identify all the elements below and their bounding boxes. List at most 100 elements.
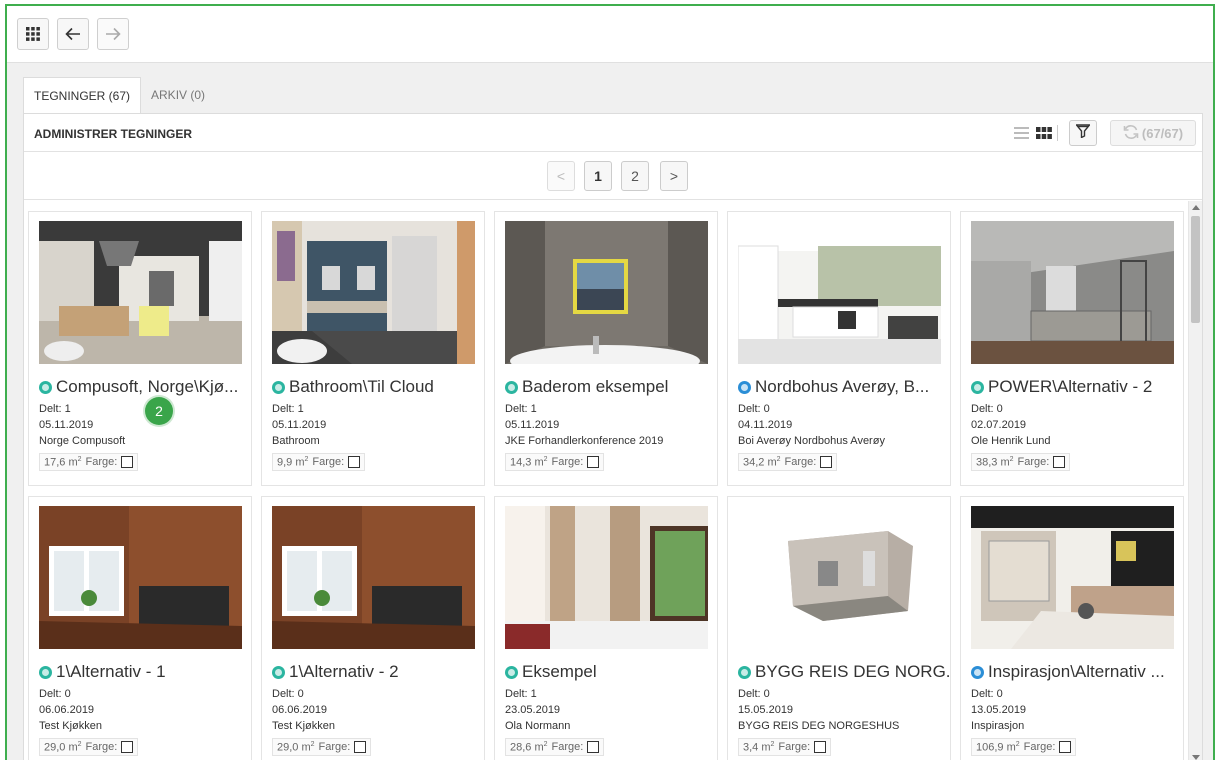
area-value: 14,3 m2 <box>510 455 548 469</box>
drawing-card[interactable]: 1\Alternativ - 2 Delt: 0 06.06.2019 Test… <box>261 496 485 760</box>
color-label: Farge: <box>312 456 345 468</box>
drawing-thumbnail[interactable] <box>272 221 475 364</box>
tab-archive[interactable]: ARKIV (0) <box>141 77 215 113</box>
drawing-title[interactable]: POWER\Alternativ - 2 <box>971 376 1183 398</box>
drawing-card[interactable]: Baderom eksempel Delt: 1 05.11.2019 JKE … <box>494 211 718 486</box>
status-dot-icon <box>971 380 984 394</box>
drawing-owner: Norge Compusoft <box>39 435 126 447</box>
drawing-card[interactable]: Nordbohus Averøy, B... Delt: 0 04.11.201… <box>727 211 951 486</box>
filter-icon <box>1075 123 1091 143</box>
tab-bar: TEGNINGER (67) ARKIV (0) <box>23 77 215 113</box>
status-dot-icon <box>272 665 285 679</box>
next-page-button[interactable]: > <box>660 161 688 191</box>
scroll-down-icon[interactable] <box>1192 755 1200 760</box>
drawing-thumbnail[interactable] <box>505 221 708 364</box>
sync-icon <box>1123 124 1139 143</box>
drawing-date: 05.11.2019 <box>505 419 560 431</box>
apps-button[interactable] <box>17 18 49 50</box>
color-label: Farge: <box>551 741 584 753</box>
status-dot-icon <box>39 380 52 394</box>
color-checkbox[interactable] <box>121 741 134 753</box>
drawing-thumbnail[interactable] <box>272 506 475 649</box>
drawing-owner: BYGG REIS DEG NORGESHUS <box>738 720 900 732</box>
status-dot-icon <box>505 380 518 394</box>
tab-drawings[interactable]: TEGNINGER (67) <box>23 77 142 113</box>
forward-button[interactable] <box>97 18 129 50</box>
drawing-thumbnail[interactable] <box>971 221 1174 364</box>
drawing-title[interactable]: Bathroom\Til Cloud <box>272 376 484 398</box>
drawing-title[interactable]: Compusoft, Norge\Kjø... <box>39 376 251 398</box>
color-checkbox[interactable] <box>1053 456 1066 468</box>
page-1-button[interactable]: 1 <box>584 161 612 191</box>
color-checkbox[interactable] <box>121 456 134 468</box>
drawing-date: 02.07.2019 <box>971 419 1027 431</box>
drawing-title[interactable]: Baderom eksempel <box>505 376 717 398</box>
color-label: Farge: <box>784 456 817 468</box>
drawing-thumbnail[interactable] <box>39 221 242 364</box>
content-area: TEGNINGER (67) ARKIV (0) ADMINISTRER TEG… <box>7 62 1213 760</box>
drawing-owner: Inspirasjon <box>971 720 1025 732</box>
status-dot-icon <box>738 380 751 394</box>
drawing-thumbnail[interactable] <box>738 221 941 364</box>
area-color-badge: 3,4 m2 Farge: <box>738 738 832 756</box>
color-checkbox[interactable] <box>587 741 600 753</box>
drawing-thumbnail[interactable] <box>505 506 708 649</box>
area-color-badge: 29,0 m2 Farge: <box>272 738 372 756</box>
color-checkbox[interactable] <box>820 456 833 468</box>
drawing-card[interactable]: Eksempel Delt: 1 23.05.2019 Ola Normann … <box>494 496 718 760</box>
drawing-title[interactable]: Inspirasjon\Alternativ ... <box>971 661 1183 683</box>
drawing-title[interactable]: Eksempel <box>505 661 717 683</box>
scroll-thumb[interactable] <box>1191 216 1200 323</box>
area-color-badge: 34,2 m2 Farge: <box>738 453 838 471</box>
area-color-badge: 9,9 m2 Farge: <box>272 453 366 471</box>
arrow-left-icon <box>65 27 81 41</box>
grid-icon <box>26 27 40 41</box>
drawings-panel: ADMINISTRER TEGNINGER (67/67) < 1 2 > Co… <box>23 113 1203 760</box>
color-checkbox[interactable] <box>348 456 361 468</box>
color-checkbox[interactable] <box>1059 741 1072 753</box>
grid-view-icon[interactable] <box>1036 126 1052 144</box>
drawing-card[interactable]: 1\Alternativ - 1 Delt: 0 06.06.2019 Test… <box>28 496 252 760</box>
sync-button[interactable]: (67/67) <box>1110 120 1196 146</box>
status-dot-icon <box>971 665 984 679</box>
drawing-card[interactable]: POWER\Alternativ - 2 Delt: 0 02.07.2019 … <box>960 211 1184 486</box>
drawing-card[interactable]: Inspirasjon\Alternativ ... Delt: 0 13.05… <box>960 496 1184 760</box>
drawing-thumbnail[interactable] <box>39 506 242 649</box>
drawing-owner: Ole Henrik Lund <box>971 435 1051 447</box>
drawing-owner: Test Kjøkken <box>272 720 335 732</box>
prev-page-button[interactable]: < <box>547 161 575 191</box>
drawing-title[interactable]: 1\Alternativ - 1 <box>39 661 251 683</box>
drawing-thumbnail[interactable] <box>971 506 1174 649</box>
status-dot-icon <box>272 380 285 394</box>
drawing-title[interactable]: Nordbohus Averøy, B... <box>738 376 950 398</box>
vertical-scrollbar[interactable] <box>1188 201 1202 760</box>
drawing-title[interactable]: BYGG REIS DEG NORG... <box>738 661 950 683</box>
shared-count: Delt: 0 <box>39 688 71 700</box>
step-number-badge: 2 <box>145 397 173 425</box>
scroll-up-icon[interactable] <box>1192 205 1200 210</box>
area-value: 34,2 m2 <box>743 455 781 469</box>
shared-count: Delt: 1 <box>505 688 537 700</box>
back-button[interactable] <box>57 18 89 50</box>
drawing-title[interactable]: 1\Alternativ - 2 <box>272 661 484 683</box>
color-label: Farge: <box>85 456 118 468</box>
drawing-thumbnail[interactable] <box>738 506 941 649</box>
color-label: Farge: <box>1023 741 1056 753</box>
drawing-card[interactable]: Compusoft, Norge\Kjø... Delt: 1 05.11.20… <box>28 211 252 486</box>
list-view-icon[interactable] <box>1014 126 1029 144</box>
drawing-card[interactable]: Bathroom\Til Cloud Delt: 1 05.11.2019 Ba… <box>261 211 485 486</box>
filter-button[interactable] <box>1069 120 1097 146</box>
drawing-card[interactable]: BYGG REIS DEG NORG... Delt: 0 15.05.2019… <box>727 496 951 760</box>
sync-count: (67/67) <box>1141 125 1184 141</box>
color-checkbox[interactable] <box>587 456 600 468</box>
page-2-button[interactable]: 2 <box>621 161 649 191</box>
drawing-date: 06.06.2019 <box>272 704 328 716</box>
color-checkbox[interactable] <box>814 741 827 753</box>
drawing-owner: JKE Forhandlerkonference 2019 <box>505 435 664 447</box>
color-checkbox[interactable] <box>354 741 367 753</box>
shared-count: Delt: 0 <box>272 688 304 700</box>
area-color-badge: 14,3 m2 Farge: <box>505 453 605 471</box>
shared-count: Delt: 0 <box>738 688 770 700</box>
app-frame: TEGNINGER (67) ARKIV (0) ADMINISTRER TEG… <box>5 4 1215 760</box>
shared-count: Delt: 0 <box>738 403 770 415</box>
